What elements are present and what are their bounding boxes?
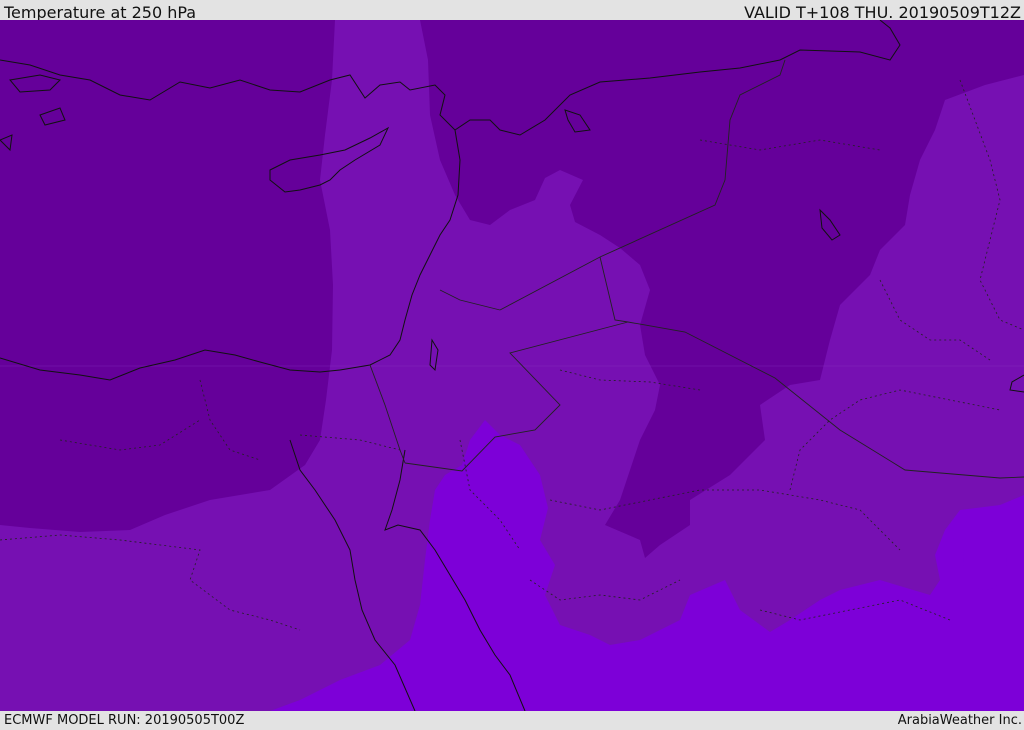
footer-bar: ECMWF MODEL RUN: 20190505T00Z ArabiaWeat… (0, 711, 1024, 729)
field-cold-west (0, 20, 335, 532)
model-run-label: ECMWF MODEL RUN: 20190505T00Z (4, 713, 245, 728)
field-warm-patch (948, 520, 972, 540)
header-bar: Temperature at 250 hPa VALID T+108 THU. … (0, 0, 1024, 22)
temperature-map[interactable] (0, 20, 1024, 711)
credit-label: ArabiaWeather Inc. (897, 713, 1022, 728)
field-warm-patch (963, 530, 1007, 590)
